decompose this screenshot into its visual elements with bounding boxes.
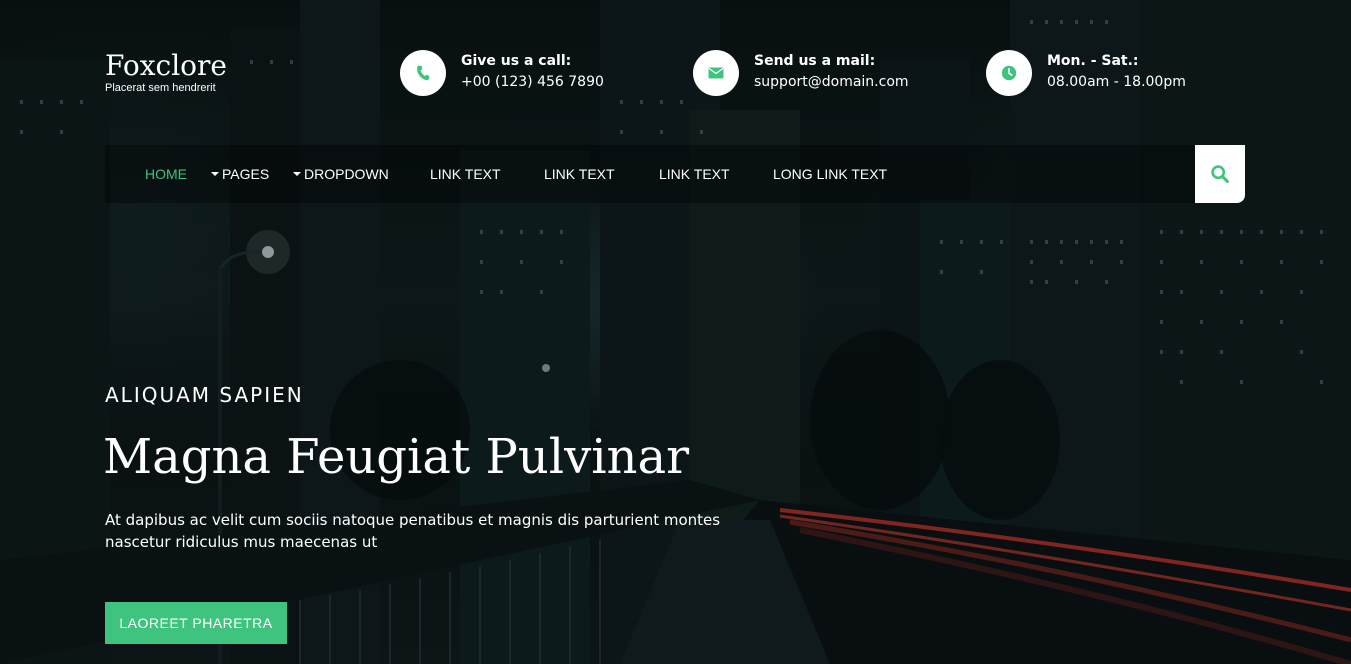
caret-down-icon (293, 172, 301, 177)
nav-item-label: LONG LINK TEXT (773, 166, 888, 182)
nav-item-dropdown[interactable]: DROPDOWN (293, 145, 389, 203)
contact-mail: Send us a mail: support@domain.com (693, 50, 909, 96)
nav-item-label: DROPDOWN (304, 166, 389, 182)
brand-tagline: Placerat sem hendrerit (105, 82, 216, 94)
envelope-icon (708, 67, 724, 79)
background-dark-overlay (0, 0, 1351, 664)
contact-call-phone[interactable]: +00 (123) 456 7890 (461, 71, 604, 93)
brand-name: Foxclore (105, 49, 227, 82)
nav-item-link-3[interactable]: LINK TEXT (659, 145, 730, 203)
contact-call-label: Give us a call: (461, 53, 572, 69)
hero-kicker: ALIQUAM SAPIEN (105, 383, 304, 407)
nav-item-label: LINK TEXT (544, 166, 615, 182)
nav-item-link-2[interactable]: LINK TEXT (544, 145, 615, 203)
hero-section: Foxclore Placerat sem hendrerit Give us … (0, 0, 1351, 664)
brand-logo[interactable]: Foxclore Placerat sem hendrerit (105, 49, 227, 95)
nav-item-pages[interactable]: PAGES (211, 145, 269, 203)
contact-hours-label: Mon. - Sat.: (1047, 53, 1139, 69)
nav-item-long-link[interactable]: LONG LINK TEXT (773, 145, 887, 203)
hero-title: Magna Feugiat Pulvinar (103, 429, 690, 485)
phone-icon-circle (400, 50, 446, 96)
contact-hours: Mon. - Sat.: 08.00am - 18.00pm (986, 50, 1186, 96)
nav-item-home[interactable]: HOME (145, 145, 187, 203)
nav-item-link-1[interactable]: LINK TEXT (430, 145, 501, 203)
clock-icon (1001, 65, 1017, 81)
contact-mail-label: Send us a mail: (754, 53, 876, 69)
contact-hours-value: 08.00am - 18.00pm (1047, 74, 1186, 90)
main-navigation: HOME PAGES DROPDOWN LINK TEXT LINK TEXT … (105, 145, 1195, 203)
envelope-icon-circle (693, 50, 739, 96)
clock-icon-circle (986, 50, 1032, 96)
search-icon (1211, 165, 1229, 183)
hero-description: At dapibus ac velit cum sociis natoque p… (105, 511, 721, 551)
nav-item-label: PAGES (222, 166, 270, 182)
contact-mail-address[interactable]: support@domain.com (754, 71, 909, 93)
nav-item-label: LINK TEXT (659, 166, 730, 182)
caret-down-icon (211, 172, 219, 177)
phone-icon (417, 65, 430, 81)
search-button[interactable] (1195, 145, 1245, 203)
nav-item-label: HOME (145, 166, 187, 182)
cta-button[interactable]: LAOREET PHARETRA (105, 602, 287, 644)
contact-call: Give us a call: +00 (123) 456 7890 (400, 50, 604, 96)
nav-item-label: LINK TEXT (430, 166, 501, 182)
